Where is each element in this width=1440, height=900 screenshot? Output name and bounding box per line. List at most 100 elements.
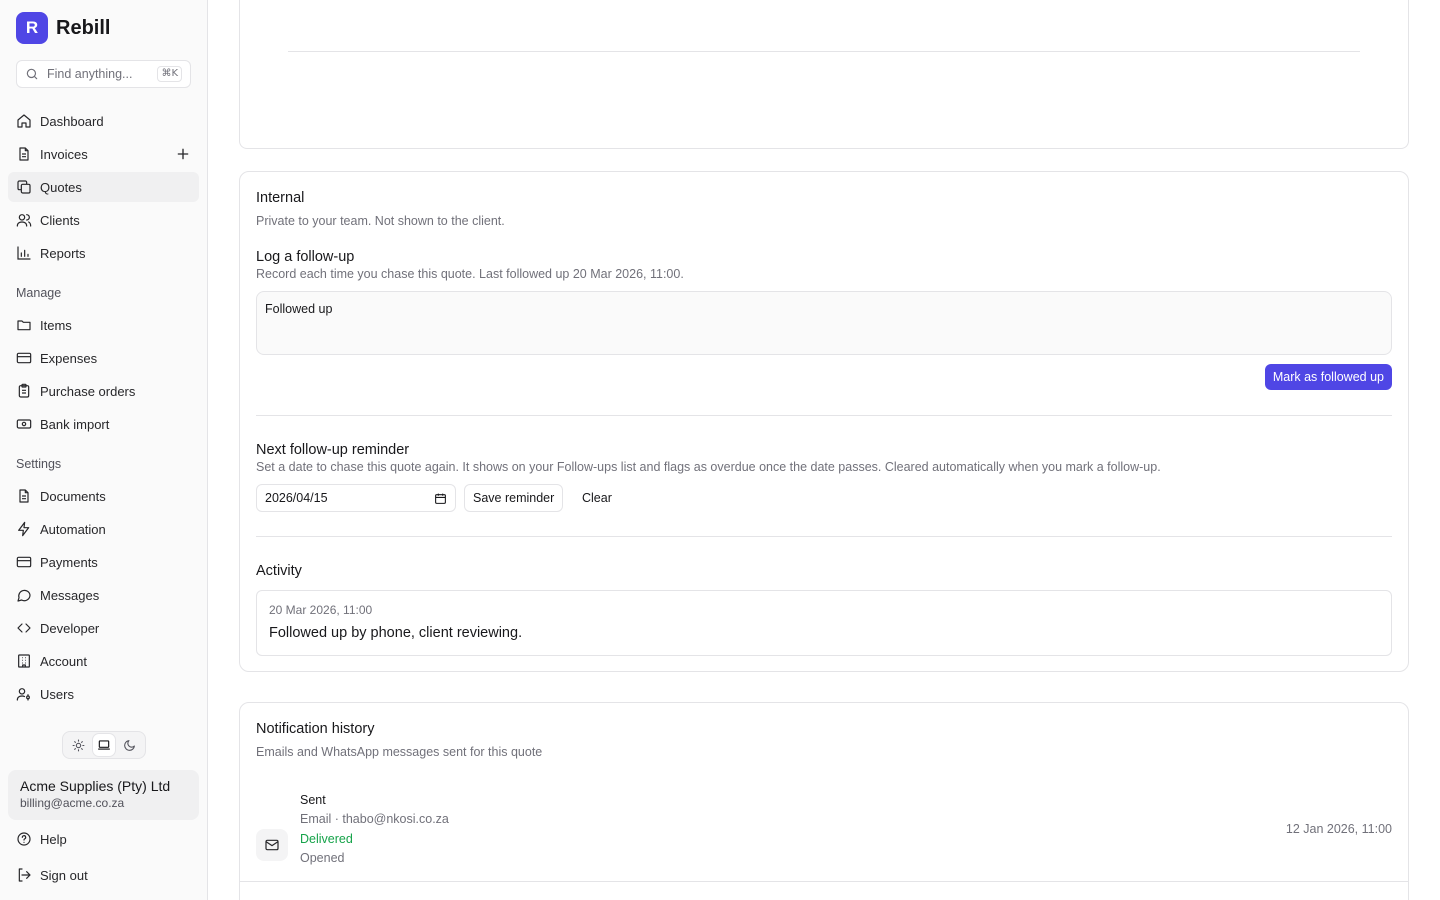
bar-chart-icon (17, 246, 31, 260)
sidebar-item-label: Clients (40, 212, 80, 228)
mail-icon (265, 839, 279, 851)
account-switcher[interactable]: Acme Supplies (Pty) Ltd billing@acme.co.… (8, 770, 199, 820)
notification-history-card: Notification history Emails and WhatsApp… (239, 702, 1409, 900)
clipboard-icon (18, 383, 30, 398)
theme-system-button[interactable] (92, 734, 115, 756)
notification-opened-status: Opened (300, 851, 345, 865)
chart-card (239, 0, 1409, 149)
save-reminder-button[interactable]: Save reminder (464, 484, 564, 512)
sidebar-item-label: Bank import (40, 416, 110, 432)
file-text-icon (19, 489, 29, 503)
sidebar-item-dashboard[interactable]: Dashboard (8, 106, 199, 136)
sidebar-item-label: Documents (40, 488, 106, 504)
sidebar-item-automation[interactable]: Automation (8, 514, 199, 544)
reminder-date-input[interactable]: 2026/04/15 (256, 484, 456, 512)
sidebar-item-label: Quotes (40, 179, 82, 195)
reminder-subtitle: Set a date to chase this quote again. It… (256, 460, 1161, 474)
activity-item: 20 Mar 2026, 11:00 Followed up by phone,… (256, 590, 1392, 656)
mark-followed-up-button[interactable]: Mark as followed up (1264, 364, 1392, 390)
search-input[interactable] (47, 67, 150, 81)
sidebar-item-expenses[interactable]: Expenses (8, 343, 199, 373)
search-shortcut: ⌘K (157, 66, 182, 82)
code-icon (17, 623, 31, 633)
notification-date: 12 Jan 2026, 11:00 (1285, 822, 1392, 836)
sidebar-item-account[interactable]: Account (8, 646, 199, 676)
followup-subtitle: Record each time you chase this quote. L… (256, 267, 684, 281)
sidebar-item-label: Purchase orders (40, 383, 136, 399)
sidebar-item-payments[interactable]: Payments (8, 547, 199, 577)
notification-title: Notification history (256, 721, 375, 737)
internal-card: Internal Private to your team. Not shown… (239, 171, 1409, 672)
sidebar-item-clients[interactable]: Clients (8, 205, 199, 235)
sidebar-item-bank-import[interactable]: Bank import (8, 409, 199, 439)
clear-reminder-button[interactable]: Clear (574, 484, 620, 512)
sidebar-item-label: Items (40, 317, 72, 333)
mail-icon-wrap (256, 829, 288, 861)
laptop-icon (98, 740, 110, 750)
sidebar-item-label: Automation (40, 521, 106, 537)
sidebar: R Rebill ⌘K Dashboard Invoices Quotes Cl… (0, 0, 208, 900)
search-box[interactable]: ⌘K (16, 60, 191, 88)
activity-time: 20 Mar 2026, 11:00 (269, 603, 373, 617)
help-circle-icon (17, 832, 31, 846)
user-key-icon (16, 688, 30, 701)
sidebar-item-purchase-orders[interactable]: Purchase orders (8, 376, 199, 406)
users-icon (16, 214, 32, 227)
help-link[interactable]: Help (8, 824, 199, 854)
sidebar-item-quotes[interactable]: Quotes (8, 172, 199, 202)
account-name: Acme Supplies (Pty) Ltd (20, 778, 171, 794)
brand[interactable]: R Rebill (16, 12, 110, 44)
sidebar-item-messages[interactable]: Messages (8, 580, 199, 610)
divider (256, 415, 1392, 416)
sidebar-item-documents[interactable]: Documents (8, 481, 199, 511)
brand-name: Rebill (56, 16, 111, 39)
search-icon (26, 68, 38, 80)
sidebar-item-label: Reports (40, 245, 86, 261)
sidebar-item-label: Payments (40, 554, 98, 570)
zap-icon (18, 521, 30, 537)
sidebar-item-invoices[interactable]: Invoices (8, 139, 199, 169)
section-label-manage: Manage (16, 286, 62, 300)
followup-title: Log a follow-up (256, 249, 355, 265)
log-out-icon (18, 868, 31, 882)
sidebar-item-items[interactable]: Items (8, 310, 199, 340)
divider (256, 536, 1392, 537)
sidebar-item-label: Messages (40, 587, 100, 603)
sidebar-item-label: Expenses (40, 350, 98, 366)
sidebar-item-label: Developer (40, 620, 100, 636)
activity-text: Followed up by phone, client reviewing. (269, 625, 523, 641)
sidebar-item-developer[interactable]: Developer (8, 613, 199, 643)
notification-delivery-status: Delivered (300, 832, 353, 846)
sidebar-item-reports[interactable]: Reports (8, 238, 199, 268)
sidebar-item-label: Dashboard (40, 113, 104, 129)
sidebar-item-users[interactable]: Users (8, 679, 199, 709)
internal-subtitle: Private to your team. Not shown to the c… (256, 214, 505, 228)
theme-toggle (62, 731, 146, 759)
calendar-icon[interactable] (434, 492, 447, 505)
brand-logo: R (16, 12, 48, 44)
reminder-date-value: 2026/04/15 (265, 491, 328, 505)
sidebar-item-label: Users (40, 686, 74, 702)
sign-out-label: Sign out (40, 867, 88, 883)
theme-light-button[interactable] (68, 734, 90, 756)
credit-card-icon (16, 556, 32, 568)
account-email: billing@acme.co.za (20, 796, 125, 810)
plus-icon[interactable] (175, 146, 191, 162)
credit-card-icon (16, 352, 32, 364)
divider (240, 881, 1408, 882)
folder-icon (17, 320, 31, 331)
notification-channel: Email · thabo@nkosi.co.za (300, 812, 449, 826)
moon-icon (123, 739, 135, 751)
theme-dark-button[interactable] (118, 734, 140, 756)
followup-note-input[interactable] (256, 291, 1392, 355)
sign-out-link[interactable]: Sign out (8, 860, 199, 890)
help-label: Help (40, 831, 67, 847)
notification-subtitle: Emails and WhatsApp messages sent for th… (256, 745, 543, 759)
activity-title: Activity (256, 563, 302, 579)
sun-icon (72, 739, 85, 751)
internal-title: Internal (256, 190, 305, 206)
section-label-settings: Settings (16, 457, 62, 471)
sidebar-item-label: Account (40, 653, 87, 669)
notification-status: Sent (300, 793, 326, 807)
chart-baseline (288, 51, 1360, 52)
